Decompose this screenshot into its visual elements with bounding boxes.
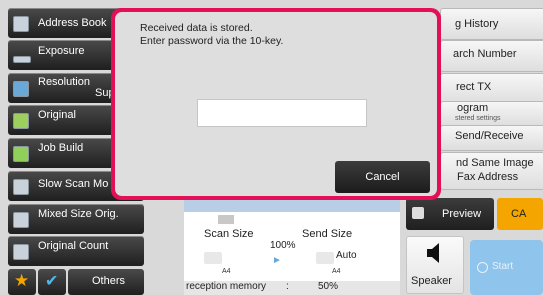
preview-button[interactable]: Preview xyxy=(406,198,494,230)
dialog-message: Received data is stored. Enter password … xyxy=(140,22,283,48)
scan-panel: Scan Size Send Size 100% ► Auto A4 A4 xyxy=(184,212,400,282)
address-book-label: Address Book xyxy=(38,17,107,29)
job-build-icon xyxy=(13,146,29,162)
send-receive-button[interactable]: Send/Receive xyxy=(440,125,543,151)
others-label: Others xyxy=(92,275,126,287)
others-button[interactable]: Others xyxy=(68,269,144,295)
send-receive-label: Send/Receive xyxy=(455,130,524,142)
direct-tx-label: rect TX xyxy=(456,81,492,93)
speaker-icon xyxy=(427,243,439,263)
scanner-icon xyxy=(218,215,234,224)
sending-history-button[interactable]: g History xyxy=(440,8,543,40)
dialog-message-line2: Enter password via the 10-key. xyxy=(140,35,284,47)
send-size-label: Send Size xyxy=(302,228,353,240)
send-paper-size: A4 xyxy=(332,268,341,275)
original-count-label: Original Count xyxy=(38,240,109,252)
scale-percent: 100% xyxy=(270,240,296,251)
start-button[interactable]: Start xyxy=(470,240,543,295)
check-icon: ✔ xyxy=(45,273,59,290)
send-same-image-label: nd Same Image xyxy=(456,157,534,169)
scan-paper-size: A4 xyxy=(222,268,231,275)
program-button[interactable]: ogram stered settings xyxy=(440,101,543,127)
favorite-button[interactable]: ★ xyxy=(8,269,36,295)
send-paper-icon xyxy=(316,252,334,264)
check-button[interactable]: ✔ xyxy=(38,269,66,295)
speaker-button[interactable]: Speaker xyxy=(406,236,464,294)
slow-scan-icon xyxy=(13,179,29,195)
mixed-size-label: Mixed Size Orig. xyxy=(38,208,119,220)
memory-separator: : xyxy=(286,281,289,292)
resolution-label: Resolution xyxy=(38,76,90,88)
original-label: Original xyxy=(38,109,76,121)
job-build-label: Job Build xyxy=(38,142,84,154)
memory-value: 50% xyxy=(318,281,339,292)
speaker-label: Speaker xyxy=(411,275,452,287)
program-sub-label: stered settings xyxy=(455,115,501,122)
scan-paper-icon xyxy=(204,252,222,264)
dialog-message-line1: Received data is stored. xyxy=(140,22,253,34)
slow-scan-label: Slow Scan Mo xyxy=(38,178,109,190)
search-number-label: arch Number xyxy=(453,48,517,60)
original-count-button[interactable]: Original Count xyxy=(8,236,144,266)
clear-all-button[interactable]: CA xyxy=(497,198,543,230)
send-same-image-button[interactable]: nd Same Image Fax Address xyxy=(440,152,543,190)
preview-label: Preview xyxy=(442,208,482,220)
start-label: Start xyxy=(492,261,514,272)
mixed-size-icon xyxy=(13,212,29,228)
password-input[interactable] xyxy=(197,99,367,127)
resolution-icon xyxy=(13,81,29,97)
program-label: ogram xyxy=(457,102,489,114)
cancel-button[interactable]: Cancel xyxy=(335,161,430,193)
password-dialog: Received data is stored. Enter password … xyxy=(111,8,441,200)
memory-status: reception memory : 50% xyxy=(184,281,400,295)
fax-address-label: Fax Address xyxy=(457,171,519,183)
arrow-right-icon: ► xyxy=(272,255,282,266)
exposure-label: Exposure xyxy=(38,45,85,57)
send-auto-label: Auto xyxy=(336,250,357,261)
dialog-body: Received data is stored. Enter password … xyxy=(115,12,437,196)
search-number-button[interactable]: arch Number xyxy=(440,40,543,72)
mixed-size-button[interactable]: Mixed Size Orig. xyxy=(8,204,144,234)
original-icon xyxy=(13,113,29,129)
sending-history-label: g History xyxy=(455,18,499,30)
address-book-icon xyxy=(13,16,29,32)
preview-icon xyxy=(412,207,424,219)
original-count-icon xyxy=(13,244,29,260)
star-icon: ★ xyxy=(14,271,30,290)
ca-label: CA xyxy=(511,208,527,220)
scan-size-label: Scan Size xyxy=(204,228,254,240)
start-icon xyxy=(477,262,488,273)
exposure-icon xyxy=(13,56,31,63)
memory-label: reception memory xyxy=(186,281,267,292)
